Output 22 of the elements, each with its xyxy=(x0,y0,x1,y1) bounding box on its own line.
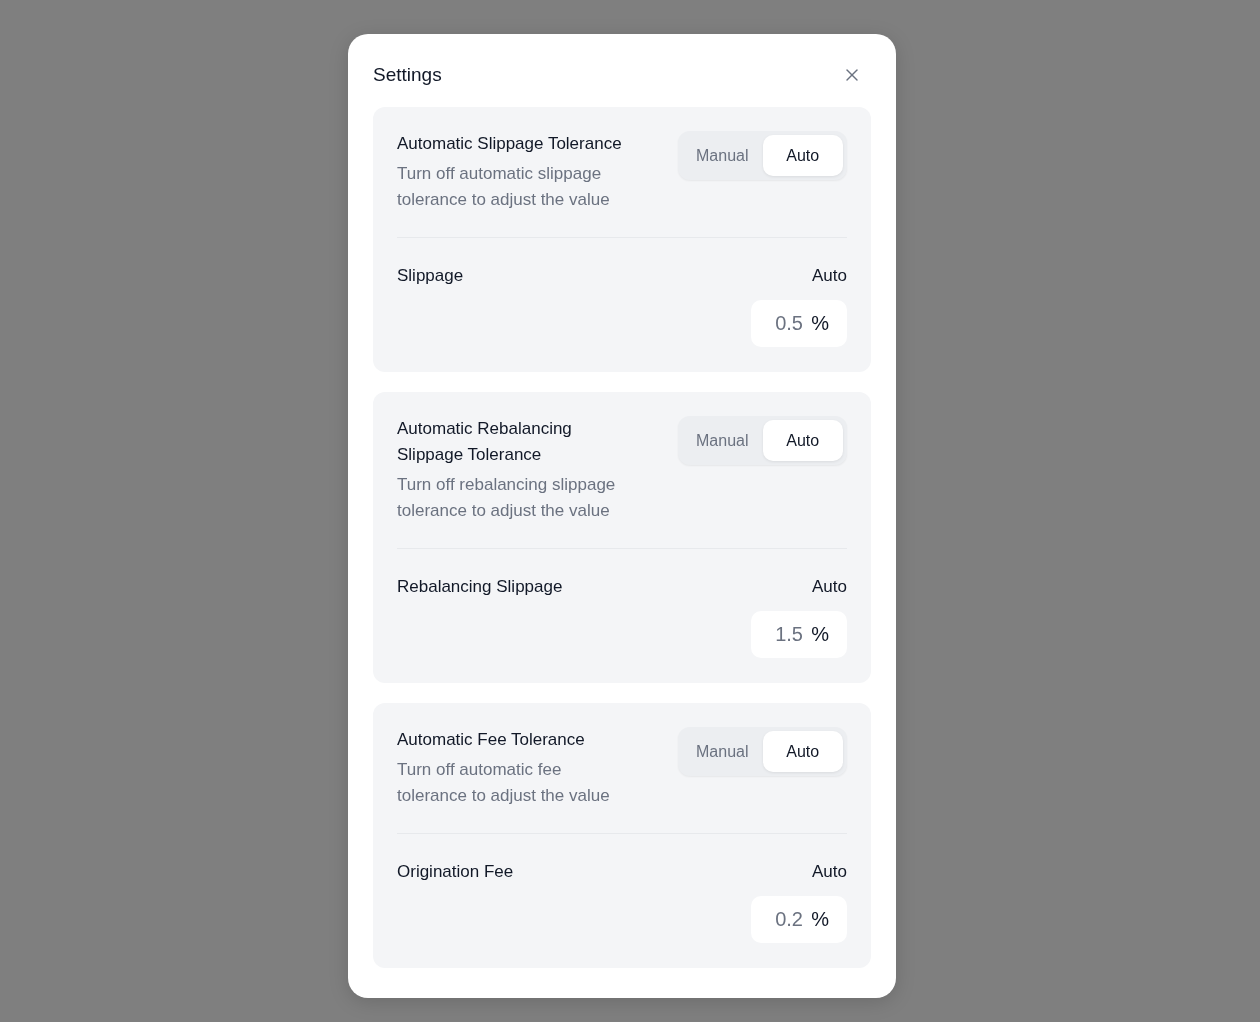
mode-value: Auto xyxy=(812,265,847,287)
unit-label: % xyxy=(811,622,829,646)
setting-label: Rebalancing Slippage xyxy=(397,576,563,598)
section-title: Automatic Slippage Tolerance xyxy=(397,133,623,155)
mode-option[interactable]: Auto xyxy=(762,135,843,176)
unit-label: % xyxy=(811,311,829,335)
mode-value: Auto xyxy=(812,576,847,598)
mode-option[interactable]: Manual xyxy=(682,420,763,461)
mode-option[interactable]: Auto xyxy=(762,731,843,772)
section-description: Turn off rebalancing slippage tolerance to adjust the value xyxy=(397,474,617,522)
dialog-title: Settings xyxy=(373,62,442,87)
mode-option[interactable]: Manual xyxy=(682,731,763,772)
unit-label: % xyxy=(811,907,829,931)
setting-label: Slippage xyxy=(397,265,464,287)
mode-option[interactable]: Manual xyxy=(682,135,763,176)
section-title: Automatic Rebalancing Slippage Tolerance xyxy=(397,418,573,466)
setting-label: Origination Fee xyxy=(397,861,514,883)
mode-option[interactable]: Auto xyxy=(762,420,843,461)
section-description: Turn off automatic fee tolerance to adjust the value xyxy=(397,759,611,807)
section-title: Automatic Fee Tolerance xyxy=(397,729,586,751)
section-description: Turn off automatic slippage tolerance to adjust the value xyxy=(397,163,611,211)
mode-value: Auto xyxy=(812,861,847,883)
